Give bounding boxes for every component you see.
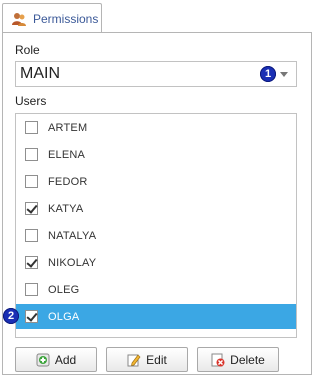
users-label: Users [15, 94, 47, 108]
tab-permissions[interactable]: Permissions [2, 3, 102, 33]
list-item-katya[interactable]: KATYA [16, 196, 296, 223]
role-label: Role [15, 43, 40, 57]
user-name: ARTEM [48, 122, 88, 134]
delete-icon [211, 353, 225, 367]
list-item-fedor[interactable]: FEDOR [16, 169, 296, 196]
check-icon [26, 256, 38, 268]
user-name: FEDOR [48, 176, 88, 188]
checkbox[interactable] [25, 175, 38, 188]
list-item-nikolay[interactable]: NIKOLAY [16, 250, 296, 277]
checkbox[interactable] [25, 229, 38, 242]
checkbox[interactable] [25, 121, 38, 134]
checkbox-checked[interactable] [25, 256, 38, 269]
user-name: NIKOLAY [48, 257, 97, 269]
user-name: OLGA [48, 311, 80, 323]
check-icon [26, 310, 38, 322]
delete-button-label: Delete [230, 352, 265, 367]
edit-button[interactable]: Edit [106, 347, 188, 372]
permissions-panel: Role MAIN 1 Users ARTEM ELENA FEDOR KATY… [2, 32, 312, 375]
role-dropdown[interactable]: MAIN 1 [15, 61, 297, 87]
user-name: KATYA [48, 203, 84, 215]
checkbox-checked[interactable] [25, 310, 38, 323]
checkbox[interactable] [25, 283, 38, 296]
users-icon [11, 11, 27, 27]
role-value: MAIN [20, 65, 60, 82]
users-list[interactable]: ARTEM ELENA FEDOR KATYA NATALYA NIKOLAY … [15, 113, 297, 338]
list-item-elena[interactable]: ELENA [16, 142, 296, 169]
callout-badge-2: 2 [3, 308, 19, 324]
user-name: ELENA [48, 149, 86, 161]
checkbox-checked[interactable] [25, 202, 38, 215]
add-icon [36, 353, 50, 367]
pencil-icon [127, 353, 141, 367]
list-item-olga[interactable]: OLGA [16, 304, 296, 329]
tab-label: Permissions [33, 11, 99, 26]
chevron-down-icon[interactable] [280, 72, 288, 77]
list-item-artem[interactable]: ARTEM [16, 115, 296, 142]
user-name: NATALYA [48, 230, 97, 242]
check-icon [26, 202, 38, 214]
callout-badge-1: 1 [260, 66, 276, 82]
edit-button-label: Edit [146, 352, 167, 367]
user-name: OLEG [48, 284, 80, 296]
add-button[interactable]: Add [15, 347, 97, 372]
checkbox[interactable] [25, 148, 38, 161]
list-item-natalya[interactable]: NATALYA [16, 223, 296, 250]
list-item-oleg[interactable]: OLEG [16, 277, 296, 304]
delete-button[interactable]: Delete [197, 347, 279, 372]
add-button-label: Add [54, 352, 77, 367]
